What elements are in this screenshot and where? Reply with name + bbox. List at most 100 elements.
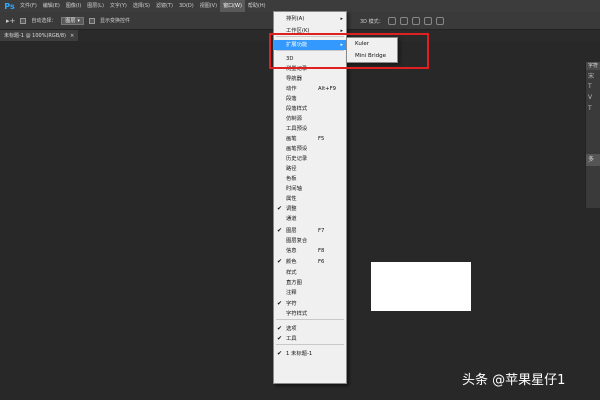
menu-item-label: 颜色	[286, 259, 297, 265]
menu-item-label: 3D	[286, 56, 294, 62]
document-tab-title: 未标题-1 @ 100%(RGB/8)	[4, 33, 67, 39]
extensions-submenu: Kuler Mini Bridge	[346, 37, 398, 63]
menu-file[interactable]: 文件(F)	[17, 0, 40, 12]
window-menu-item[interactable]: ✔ 调整	[274, 204, 346, 214]
menu-item-label: 时间轴	[286, 186, 302, 192]
menu-item-label: 扩展功能	[286, 42, 308, 48]
menu-edit[interactable]: 编辑(E)	[40, 0, 63, 12]
menu-view[interactable]: 视图(V)	[197, 0, 220, 12]
window-menu-item[interactable]: 直方图	[274, 278, 346, 288]
window-menu-item[interactable]: 排列(A) ▸	[274, 14, 346, 24]
menu-filter[interactable]: 滤镜(T)	[153, 0, 176, 12]
menu-layer[interactable]: 图层(L)	[84, 0, 107, 12]
menu-item-shortcut: F6	[318, 259, 325, 265]
window-menu-item[interactable]: ✔ 图层 F7	[274, 226, 346, 236]
menu-separator	[276, 344, 344, 345]
menu-item-label: 排列(A)	[286, 16, 305, 22]
window-menu-item[interactable]: 扩展功能 ▸	[274, 40, 346, 50]
window-menu-item[interactable]: 导航器	[274, 74, 346, 84]
window-menu-item[interactable]: 色板	[274, 174, 346, 184]
submenu-item-mini-bridge[interactable]: Mini Bridge	[347, 50, 397, 62]
auto-select-value: 图层	[65, 17, 76, 24]
menu-help[interactable]: 帮助(H)	[245, 0, 269, 12]
checkmark-icon: ✔	[277, 258, 283, 265]
menu-item-label: 动作	[286, 86, 297, 92]
menu-item-label: 仿制源	[286, 116, 302, 122]
checkmark-icon: ✔	[277, 325, 283, 332]
window-menu-item[interactable]: ✔ 工具	[274, 334, 346, 344]
3d-slide-icon[interactable]	[423, 17, 432, 25]
auto-select-dropdown[interactable]: 图层 ▾	[61, 16, 84, 25]
menu-window[interactable]: 窗口(W)	[220, 0, 245, 12]
menu-item-shortcut: F8	[318, 248, 325, 254]
window-menu-item[interactable]: 通道	[274, 214, 346, 224]
menu-item-shortcut: F7	[318, 228, 325, 234]
window-menu-item[interactable]: 样式	[274, 268, 346, 278]
move-tool-icon[interactable]: ▸+	[6, 17, 15, 25]
window-menu-item[interactable]: 仿制源	[274, 114, 346, 124]
menu-item-shortcut: Alt+F9	[318, 86, 337, 92]
document-tab[interactable]: 未标题-1 @ 100%(RGB/8) ×	[0, 30, 79, 41]
menu-item-label: 调整	[286, 206, 297, 212]
menu-item-label: 样式	[286, 270, 297, 276]
window-menu-item[interactable]: 历史记录	[274, 154, 346, 164]
menu-image[interactable]: 图像(I)	[63, 0, 84, 12]
3d-scale-icon[interactable]	[435, 17, 444, 25]
auto-select-checkbox[interactable]	[20, 17, 27, 24]
window-menu-item[interactable]: ✔ 颜色 F6	[274, 257, 346, 267]
menu-item-label: 画笔预设	[286, 146, 308, 152]
window-menu-item[interactable]: ✔ 1 未标题-1	[274, 349, 346, 359]
menu-3d[interactable]: 3D(D)	[176, 0, 197, 12]
window-menu-item[interactable]: 工作区(K) ▸	[274, 26, 346, 36]
window-menu-item[interactable]: 测量记录	[274, 64, 346, 74]
window-menu-item[interactable]: 画笔 F5	[274, 134, 346, 144]
window-menu-item[interactable]: 时间轴	[274, 184, 346, 194]
window-menu-item[interactable]: ✔ 字符	[274, 299, 346, 309]
window-menu-item[interactable]: 路径	[274, 164, 346, 174]
checkmark-icon: ✔	[277, 300, 283, 307]
show-transform-checkbox[interactable]	[88, 17, 95, 24]
3d-roll-icon[interactable]	[399, 17, 408, 25]
window-menu-item[interactable]: 工具预设	[274, 124, 346, 134]
panel-header[interactable]: 字符	[586, 62, 600, 70]
submenu-arrow-icon: ▸	[340, 28, 343, 34]
window-menu-item[interactable]: ✔ 选项	[274, 324, 346, 334]
menu-item-label: 历史记录	[286, 156, 308, 162]
menu-item-label: 注释	[286, 290, 297, 296]
window-menu-item[interactable]: 属性	[274, 194, 346, 204]
auto-select-label: 自动选择：	[31, 18, 57, 24]
3d-pan-icon[interactable]	[411, 17, 420, 25]
menu-select[interactable]: 选择(S)	[130, 0, 153, 12]
checkmark-icon: ✔	[277, 350, 283, 357]
watermark-text: 头条 @苹果星仔1	[462, 373, 566, 388]
tracking-icon: T	[588, 105, 592, 112]
window-menu-item[interactable]: 3D	[274, 54, 346, 64]
checkmark-icon: ✔	[277, 335, 283, 342]
3d-mode-label: 3D 模式：	[360, 18, 384, 25]
submenu-item-kuler[interactable]: Kuler	[347, 38, 397, 50]
window-menu-item[interactable]: 注释	[274, 288, 346, 298]
window-menu-item[interactable]: 图层复合	[274, 236, 346, 246]
window-menu-item[interactable]: 动作 Alt+F9	[274, 84, 346, 94]
font-family-field[interactable]: 宋	[586, 70, 600, 81]
window-menu-item[interactable]: 字符样式	[274, 309, 346, 319]
menu-item-label: 属性	[286, 196, 297, 202]
close-icon[interactable]: ×	[70, 33, 74, 39]
menu-separator	[276, 319, 344, 320]
window-menu-item[interactable]: 画笔预设	[274, 144, 346, 154]
menu-item-label: 路径	[286, 166, 297, 172]
checkmark-icon: ✔	[277, 227, 283, 234]
window-menu-item[interactable]: 段落样式	[274, 104, 346, 114]
3d-rotate-icon[interactable]	[387, 17, 396, 25]
document-canvas[interactable]	[371, 262, 471, 311]
menu-item-label: 工具	[286, 336, 297, 342]
3d-mode-group: 3D 模式：	[360, 12, 444, 30]
more-button[interactable]: 多	[586, 154, 600, 166]
menu-type[interactable]: 文字(Y)	[107, 0, 130, 12]
menu-separator	[276, 50, 344, 51]
window-menu-item[interactable]: 段落	[274, 94, 346, 104]
window-menu-dropdown: 排列(A) ▸ 工作区(K) ▸ 扩展功能 ▸ 3D 测量记录 导航器 动作 Alt+F9 段落 段落样…	[273, 11, 347, 384]
menu-separator	[276, 36, 344, 37]
window-menu-item[interactable]: 信息 F8	[274, 246, 346, 256]
menu-item-label: 图层复合	[286, 238, 308, 244]
